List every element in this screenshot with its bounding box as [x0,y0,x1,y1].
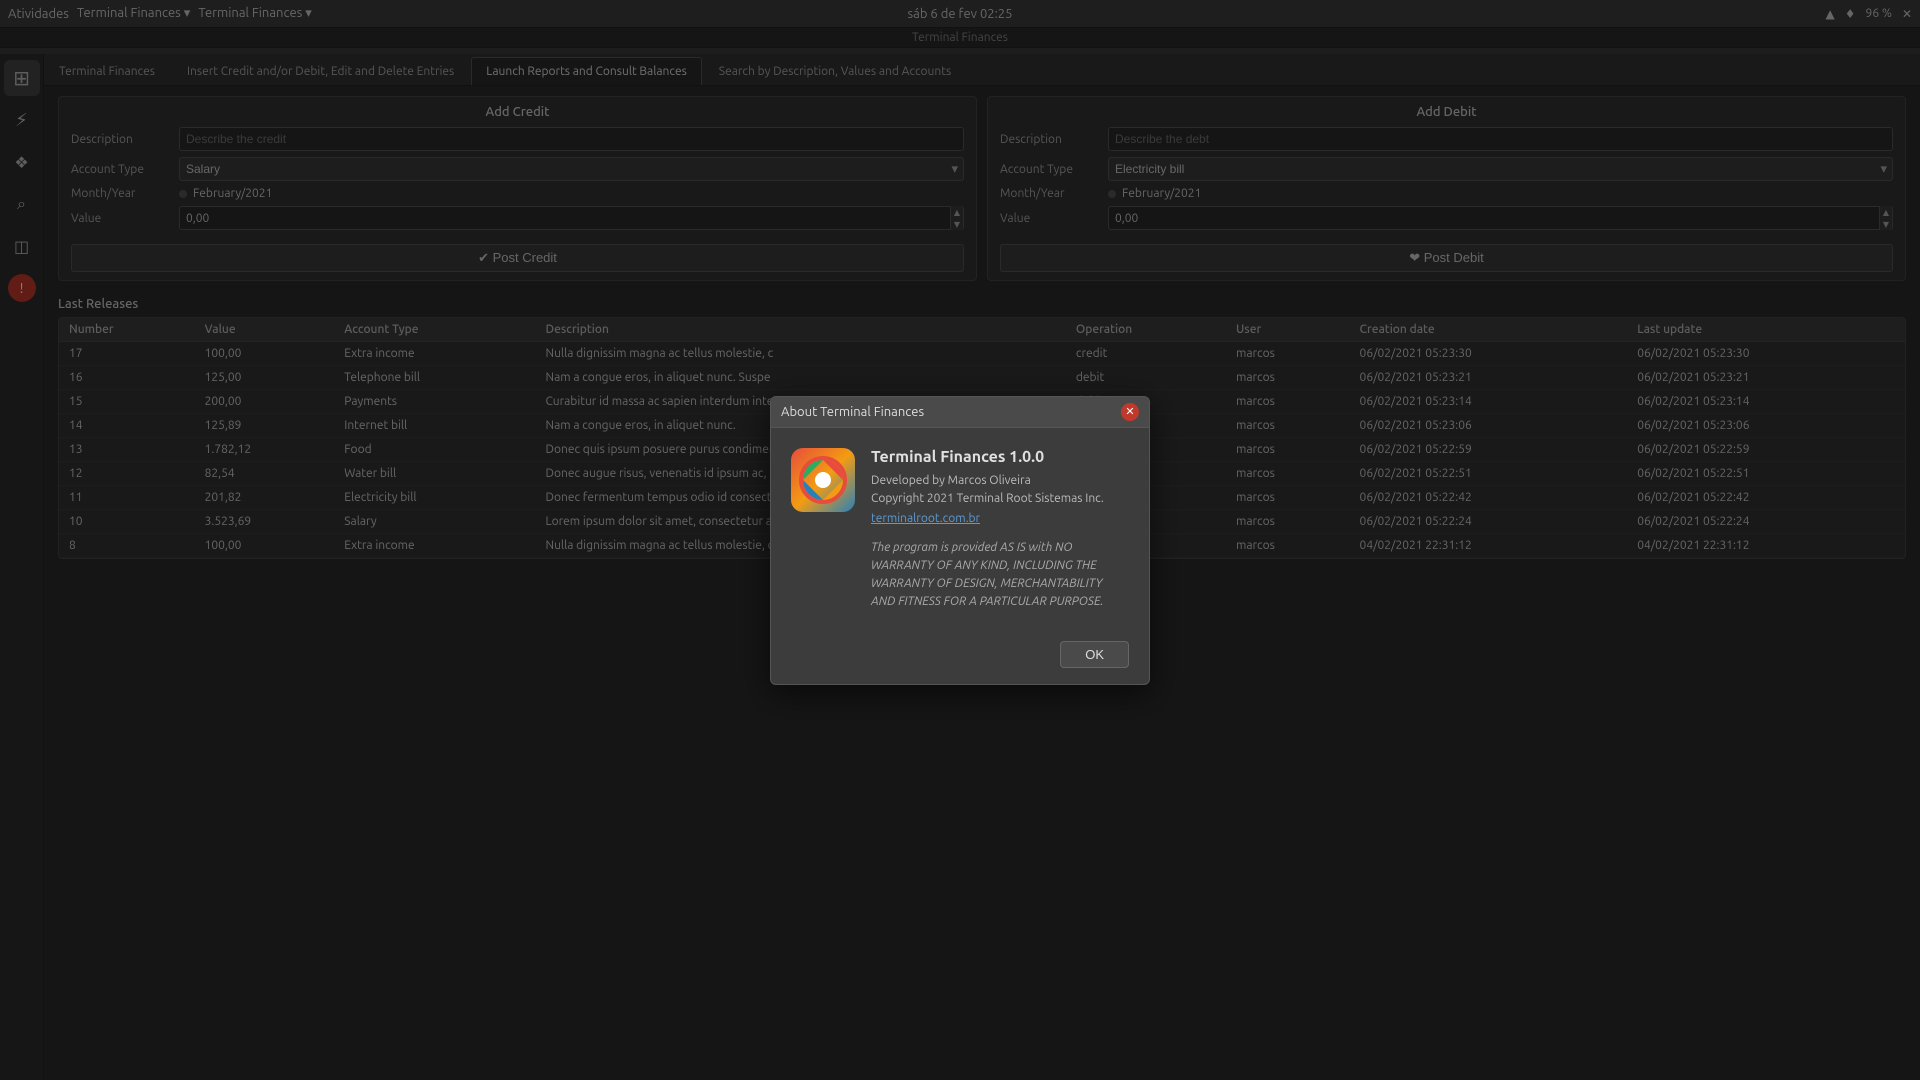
dialog-title: About Terminal Finances [781,405,924,419]
app-name-version: Terminal Finances 1.0.0 [871,448,1129,466]
app-icon-area [791,448,855,611]
website-link[interactable]: terminalroot.com.br [871,512,1129,525]
dialog-footer: OK [771,631,1149,684]
app-icon [791,448,855,512]
developer-name: Developed by Marcos Oliveira [871,472,1129,490]
about-dialog: About Terminal Finances ✕ Terminal Fi [770,396,1150,685]
dialog-titlebar: About Terminal Finances ✕ [771,397,1149,428]
warranty-text: The program is provided AS IS with NO WA… [871,539,1129,611]
dialog-info: Terminal Finances 1.0.0 Developed by Mar… [871,448,1129,611]
ok-button[interactable]: OK [1060,641,1129,668]
modal-overlay: About Terminal Finances ✕ Terminal Fi [0,0,1920,1080]
developer-info: Developed by Marcos Oliveira Copyright 2… [871,472,1129,508]
dialog-body: Terminal Finances 1.0.0 Developed by Mar… [771,428,1149,631]
copyright-text: Copyright 2021 Terminal Root Sistemas In… [871,490,1129,508]
dialog-close-button[interactable]: ✕ [1121,403,1139,421]
